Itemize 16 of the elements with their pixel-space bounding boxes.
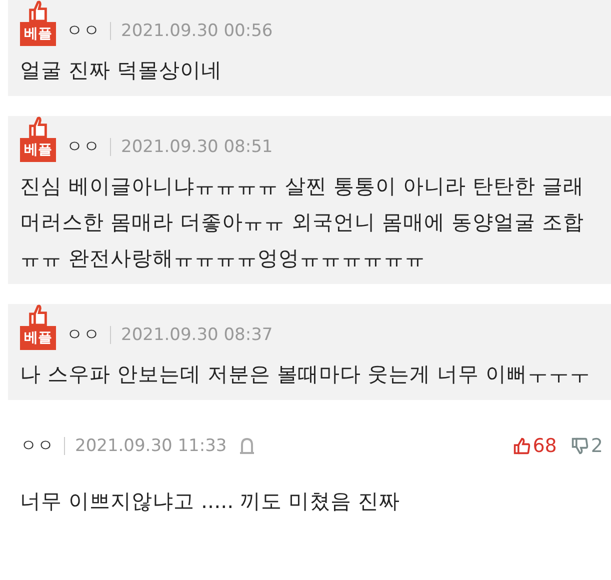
thumbs-up-icon — [512, 437, 531, 456]
comment-date: 2021.09.30 11:33 — [75, 434, 227, 458]
comment-text: 너무 이쁘지않냐고 ..... 끼도 미쳤음 진짜 — [20, 488, 402, 514]
comment-text: 나 스우파 안보는데 저분은 볼때마다 웃는게 너무 이뻐ㅜㅜㅜ — [20, 361, 592, 388]
comment-text: 진심 베이글아니냐ㅠㅠㅠㅠ 살찐 통통이 아니라 탄탄한 글래머러스한 몸매라 더좋아ㅠㅠ 외국언니 몸매에 동양얼굴 조합ㅠㅠ 완전사랑해ㅠㅠㅠㅠ엉엉ㅠㅠㅠㅠㅠㅠ — [20, 173, 586, 272]
comment-date: 2021.09.30 08:37 — [121, 324, 273, 346]
author-name: ㅇㅇ — [66, 324, 100, 346]
author-name: ㅇㅇ — [66, 20, 100, 42]
comment-date: 2021.09.30 08:51 — [121, 136, 273, 158]
author-name: ㅇㅇ — [20, 434, 54, 458]
dislike-button[interactable]: 2 — [570, 432, 603, 460]
thumbs-down-icon — [570, 437, 589, 456]
comment-date: 2021.09.30 00:56 — [121, 20, 273, 42]
like-button[interactable]: 68 — [512, 432, 557, 460]
author-name: ㅇㅇ — [66, 136, 100, 158]
comment-text: 얼굴 진짜 덕몰상이네 — [20, 57, 224, 84]
